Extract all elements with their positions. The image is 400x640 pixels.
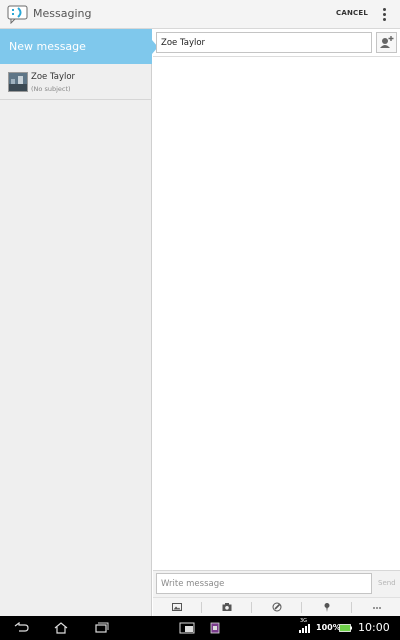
divider: [251, 602, 252, 613]
divider: [201, 602, 202, 613]
new-message-item[interactable]: New message: [0, 29, 152, 64]
message-placeholder: Write message: [161, 579, 225, 589]
more-icon[interactable]: [353, 598, 400, 617]
home-icon[interactable]: [46, 616, 76, 640]
conversation-area: [153, 57, 400, 570]
location-icon[interactable]: [303, 598, 351, 617]
recipient-value: Zoe Taylor: [161, 38, 206, 48]
gallery-icon[interactable]: [153, 598, 201, 617]
back-icon[interactable]: [6, 616, 36, 640]
messaging-icon[interactable]: [7, 5, 29, 25]
add-contact-button[interactable]: [376, 32, 397, 53]
camera-icon[interactable]: [203, 598, 251, 617]
attachment-toolbar: [153, 597, 400, 616]
battery-percent: 100%: [316, 623, 341, 632]
recent-apps-icon[interactable]: [86, 616, 116, 640]
add-person-icon: [380, 36, 394, 48]
action-bar: Messaging CANCEL: [0, 0, 400, 29]
thread-item[interactable]: Zoe Taylor (No subject): [0, 65, 152, 100]
avatar: [8, 72, 28, 92]
recipient-field[interactable]: Zoe Taylor: [156, 32, 372, 53]
cancel-button[interactable]: CANCEL: [336, 9, 368, 17]
new-message-label: New message: [9, 40, 86, 53]
divider: [351, 602, 352, 613]
signal-icon: [296, 616, 314, 640]
overflow-menu-icon[interactable]: [379, 7, 389, 23]
thread-subject: (No subject): [31, 85, 71, 93]
system-nav-bar: 3G 100% 10:00: [0, 616, 400, 640]
thread-contact-name: Zoe Taylor: [31, 72, 76, 82]
sketch-icon[interactable]: [253, 598, 301, 617]
clock: 10:00: [358, 621, 390, 634]
message-input[interactable]: Write message: [156, 573, 372, 594]
battery-icon: [338, 616, 356, 640]
divider: [301, 602, 302, 613]
small-app-window-icon[interactable]: [172, 616, 202, 640]
media-icon[interactable]: [200, 616, 230, 640]
app-title: Messaging: [33, 7, 92, 20]
send-button[interactable]: Send: [378, 579, 396, 587]
conversation-list: New message Zoe Taylor (No subject): [0, 29, 152, 616]
